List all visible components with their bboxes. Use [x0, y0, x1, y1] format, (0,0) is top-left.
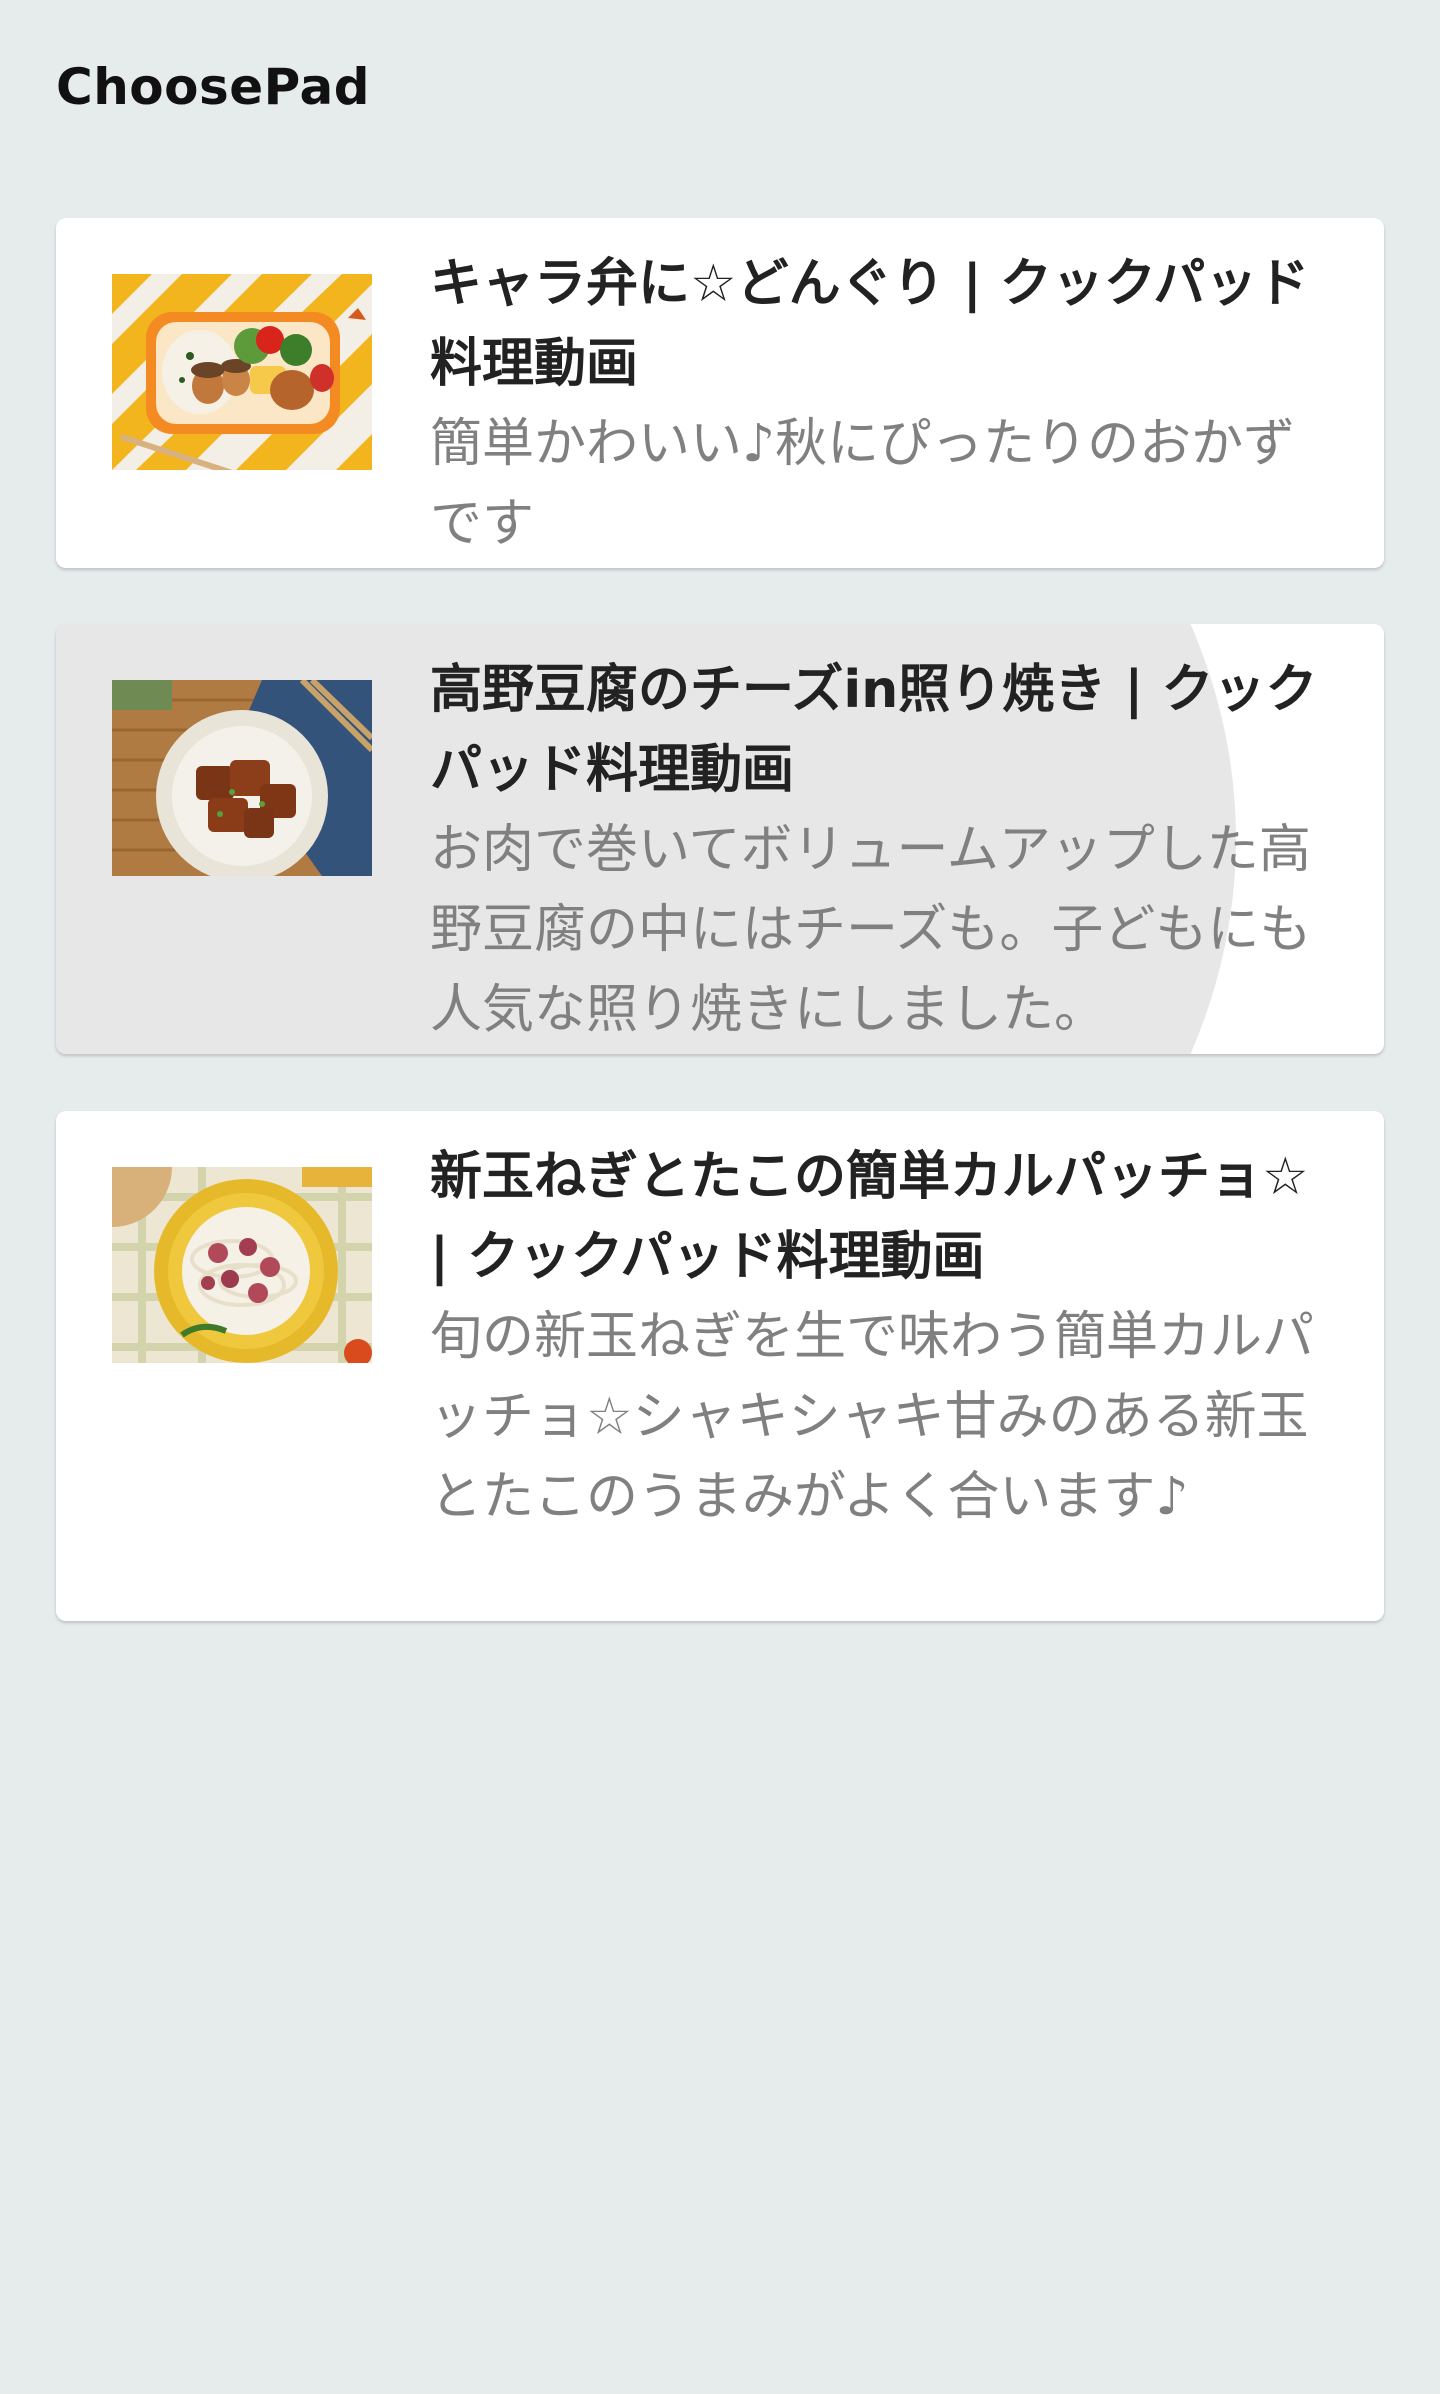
app-title: ChoosePad: [56, 58, 370, 116]
bento-thumbnail: [112, 274, 372, 470]
carpaccio-thumbnail: [112, 1167, 372, 1363]
video-title: 高野豆腐のチーズin照り焼き | クックパッド料理動画: [430, 660, 1318, 800]
video-description: お肉で巻いてボリュームアップした高野豆腐の中にはチーズも。子どもにも人気な照り焼…: [430, 820, 1312, 1040]
video-title: キャラ弁に☆どんぐり | クックパッド料理動画: [430, 254, 1310, 394]
video-description: 旬の新玉ねぎを生で味わう簡単カルパッチョ☆シャキシャキ甘みのある新玉とたこのうま…: [430, 1307, 1315, 1527]
video-description: 簡単かわいい♪秋にぴったりのおかずです: [430, 414, 1296, 554]
teriyaki-thumbnail: [112, 680, 372, 876]
video-card[interactable]: 高野豆腐のチーズin照り焼き | クックパッド料理動画 お肉で巻いてボリュームア…: [56, 624, 1384, 1054]
video-title: 新玉ねぎとたこの簡単カルパッチョ☆ | クックパッド料理動画: [430, 1147, 1309, 1287]
video-card[interactable]: 新玉ねぎとたこの簡単カルパッチョ☆ | クックパッド料理動画 旬の新玉ねぎを生で…: [56, 1111, 1384, 1621]
video-card[interactable]: キャラ弁に☆どんぐり | クックパッド料理動画 簡単かわいい♪秋にぴったりのおか…: [56, 218, 1384, 568]
